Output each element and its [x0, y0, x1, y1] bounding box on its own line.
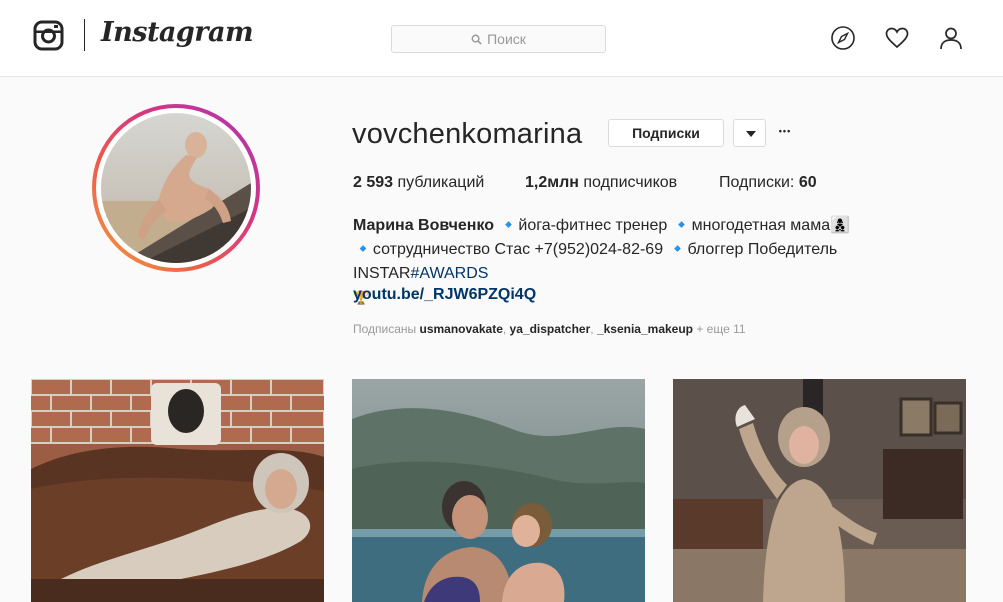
- followed-by-user[interactable]: usmanovakate: [420, 322, 503, 336]
- post-thumbnail[interactable]: [352, 379, 645, 602]
- followed-by-separator: ,: [502, 322, 510, 336]
- followed-by-more[interactable]: + еще 11: [693, 322, 745, 336]
- person-icon[interactable]: [938, 25, 964, 51]
- instagram-wordmark[interactable]: Instagram: [101, 17, 254, 48]
- top-navigation-bar: Instagram Поиск: [0, 0, 1003, 77]
- heart-icon[interactable]: [884, 25, 910, 51]
- followed-by-prefix: Подписаны: [353, 322, 420, 336]
- post-thumbnail[interactable]: [31, 379, 324, 602]
- avatar[interactable]: [101, 113, 251, 263]
- compass-icon[interactable]: [830, 25, 856, 51]
- followers-count-value: 1,2млн: [525, 174, 579, 191]
- following-count-label: Подписки:: [719, 174, 799, 191]
- logo-divider: [84, 19, 85, 51]
- followed-by-separator: ,: [590, 322, 597, 336]
- more-icon: •••: [778, 126, 792, 136]
- posts-count: 2 593 публикаций: [353, 174, 484, 192]
- bio-line-2: 🔹сотрудничество Стас +7(952)024-82-69 🔹б…: [353, 238, 963, 286]
- followed-by-user[interactable]: _ksenia_makeup: [597, 322, 693, 336]
- bio-text-1: 🔹йога-фитнес тренер 🔹многодетная мама👩‍👦…: [494, 217, 851, 234]
- following-button[interactable]: Подписки: [608, 119, 724, 147]
- following-count-value: 60: [798, 174, 817, 191]
- followers-count[interactable]: 1,2млн подписчиков: [525, 174, 677, 192]
- suggestions-dropdown-button[interactable]: [733, 119, 766, 147]
- search-icon: [471, 34, 482, 45]
- followed-by: Подписаны usmanovakate, ya_dispatcher, _…: [353, 322, 746, 336]
- profile-full-name: Марина Вовченко: [353, 217, 495, 234]
- bio-line-1: Марина Вовченко 🔹йога-фитнес тренер 🔹мно…: [353, 214, 963, 238]
- hashtag-link[interactable]: #AWARDS: [410, 265, 488, 282]
- followed-by-user[interactable]: ya_dispatcher: [510, 322, 591, 336]
- search-input[interactable]: Поиск: [391, 25, 606, 53]
- posts-count-label: публикаций: [393, 174, 485, 191]
- instagram-glyph-icon[interactable]: [33, 20, 64, 51]
- search-placeholder: Поиск: [487, 31, 526, 47]
- profile-username: vovchenkomarina: [352, 118, 583, 150]
- post-thumbnail[interactable]: [673, 379, 966, 602]
- bio-website-link[interactable]: youtu.be/_RJW6PZQi4Q: [353, 286, 536, 304]
- followers-count-label: подписчиков: [578, 174, 678, 191]
- more-options-button[interactable]: •••: [774, 121, 796, 143]
- following-count[interactable]: Подписки: 60: [719, 174, 817, 192]
- posts-count-value: 2 593: [353, 174, 394, 191]
